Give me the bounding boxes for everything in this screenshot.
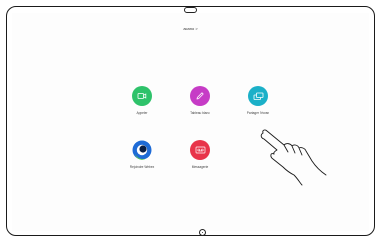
share-screen-icon xyxy=(253,92,263,100)
voicemail-button[interactable] xyxy=(190,140,210,160)
home-button[interactable] xyxy=(199,229,206,236)
app-whiteboard[interactable]: Tableau blanc xyxy=(170,86,230,115)
call-button[interactable] xyxy=(132,86,152,106)
camera-icon xyxy=(184,7,197,13)
app-join-webex[interactable]: Rejoindre Webex xyxy=(112,140,172,169)
app-label-share-screen: Partager l'écran xyxy=(246,111,270,115)
app-label-call: Appeler xyxy=(136,111,148,115)
pointing-hand-icon xyxy=(260,129,327,186)
webex-icon xyxy=(132,140,152,160)
app-share-screen[interactable]: Partager l'écran xyxy=(228,86,288,115)
video-camera-icon xyxy=(137,93,147,99)
app-label-voicemail: Messagerie xyxy=(191,165,209,169)
share-screen-button[interactable] xyxy=(248,86,268,106)
touch-screen xyxy=(12,13,369,231)
app-voicemail[interactable]: Messagerie xyxy=(170,140,230,169)
voicemail-icon xyxy=(195,146,205,154)
device-name-header[interactable]: acano > xyxy=(0,26,381,31)
join-webex-button[interactable] xyxy=(132,140,152,160)
app-call[interactable]: Appeler xyxy=(112,86,172,115)
pencil-icon xyxy=(196,92,204,100)
app-label-whiteboard: Tableau blanc xyxy=(190,111,210,115)
app-label-join-webex: Rejoindre Webex xyxy=(129,165,155,169)
whiteboard-button[interactable] xyxy=(190,86,210,106)
